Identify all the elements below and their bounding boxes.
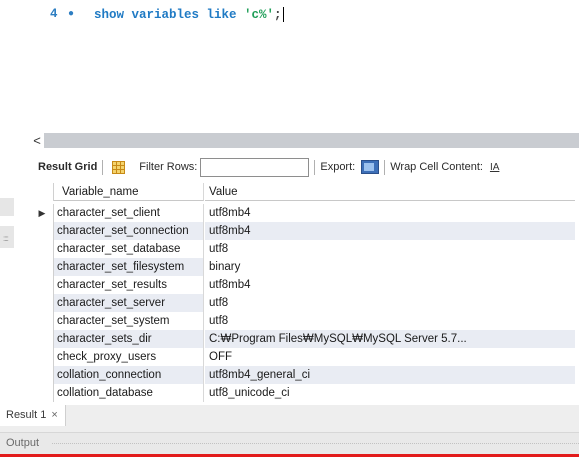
value-cell[interactable]: utf8: [205, 294, 575, 312]
code-line: 4 ● show variables like 'c%';: [50, 5, 284, 23]
export-icon[interactable]: [361, 160, 380, 174]
export-label: Export:: [320, 161, 356, 173]
value-cell[interactable]: utf8mb4: [205, 276, 575, 294]
table-row[interactable]: collation_database utf8_unicode_ci: [31, 384, 579, 402]
value-cell[interactable]: binary: [205, 258, 575, 276]
row-indicator: [31, 330, 54, 348]
table-header-row: Variable_name Value: [31, 183, 579, 201]
table-row[interactable]: ▶ character_set_client utf8mb4: [31, 204, 579, 222]
left-gutter: ::::: [0, 0, 14, 457]
table-row[interactable]: character_sets_dir C:₩Program Files₩MySQ…: [31, 330, 579, 348]
line-number: 4: [50, 7, 58, 21]
current-row-marker-icon: ▶: [31, 204, 54, 222]
row-indicator: [31, 312, 54, 330]
tab-result-1[interactable]: Result 1 ×: [0, 405, 66, 426]
table-row[interactable]: check_proxy_users OFF: [31, 348, 579, 366]
variable-name-cell[interactable]: character_set_client: [54, 204, 204, 222]
variable-name-cell[interactable]: character_sets_dir: [54, 330, 204, 348]
toolbar-divider: [384, 159, 386, 175]
row-indicator: [31, 348, 54, 366]
sql-keyword: show variables like: [94, 7, 245, 22]
result-tab-label: Result 1: [6, 409, 47, 421]
table-row[interactable]: character_set_server utf8: [31, 294, 579, 312]
output-panel-header[interactable]: Output: [0, 432, 579, 455]
value-cell[interactable]: OFF: [205, 348, 575, 366]
value-cell[interactable]: utf8: [205, 240, 575, 258]
row-indicator: [31, 276, 54, 294]
row-indicator: [31, 240, 54, 258]
value-cell[interactable]: utf8mb4: [205, 222, 575, 240]
column-header-value[interactable]: Value: [205, 183, 575, 201]
variable-name-cell[interactable]: collation_connection: [54, 366, 204, 384]
splitter-grip-icon[interactable]: ::::: [3, 234, 9, 243]
table-row[interactable]: character_set_connection utf8mb4: [31, 222, 579, 240]
table-row[interactable]: character_set_results utf8mb4: [31, 276, 579, 294]
wrap-cell-content-label: Wrap Cell Content:: [390, 161, 483, 173]
variable-name-cell[interactable]: character_set_results: [54, 276, 204, 294]
result-toolbar: Result Grid Filter Rows: Export: Wrap Ce…: [30, 152, 579, 182]
variable-name-cell[interactable]: character_set_database: [54, 240, 204, 258]
variable-name-cell[interactable]: character_set_filesystem: [54, 258, 204, 276]
statement-marker-icon: ●: [68, 8, 75, 20]
sql-statement[interactable]: show variables like 'c%';: [94, 6, 284, 22]
toolbar-divider: [102, 159, 104, 175]
output-drag-handle[interactable]: [52, 443, 579, 444]
value-cell[interactable]: C:₩Program Files₩MySQL₩MySQL Server 5.7.…: [205, 330, 575, 348]
sql-editor[interactable]: 4 ● show variables like 'c%';: [14, 0, 579, 132]
scrollbar-thumb[interactable]: [44, 133, 579, 148]
table-row[interactable]: character_set_database utf8: [31, 240, 579, 258]
row-indicator: [31, 222, 54, 240]
table-row[interactable]: character_set_filesystem binary: [31, 258, 579, 276]
result-grid-icon[interactable]: [112, 160, 126, 174]
column-header-variable-name[interactable]: Variable_name: [54, 183, 204, 201]
filter-rows-label: Filter Rows:: [139, 161, 198, 173]
toolbar-divider: [314, 159, 316, 175]
output-label: Output: [6, 437, 40, 449]
variable-name-cell[interactable]: character_set_connection: [54, 222, 204, 240]
table-row[interactable]: collation_connection utf8mb4_general_ci: [31, 366, 579, 384]
sql-string-literal: 'c%': [244, 7, 275, 22]
row-indicator: [31, 366, 54, 384]
variable-name-cell[interactable]: character_set_server: [54, 294, 204, 312]
value-cell[interactable]: utf8_unicode_ci: [205, 384, 575, 402]
row-indicator: [31, 294, 54, 312]
wrap-cell-content-icon[interactable]: IA: [490, 162, 499, 173]
result-grid-label[interactable]: Result Grid: [38, 161, 97, 173]
close-icon[interactable]: ×: [51, 409, 57, 421]
row-indicator-header: [31, 183, 54, 201]
filter-rows-input[interactable]: [200, 157, 310, 177]
row-indicator: [31, 258, 54, 276]
scroll-left-arrow-icon[interactable]: <: [30, 133, 44, 148]
value-cell[interactable]: utf8: [205, 312, 575, 330]
variable-name-cell[interactable]: check_proxy_users: [54, 348, 204, 366]
value-cell[interactable]: utf8mb4_general_ci: [205, 366, 575, 384]
variable-name-cell[interactable]: character_set_system: [54, 312, 204, 330]
table-row[interactable]: character_set_system utf8: [31, 312, 579, 330]
sql-terminator: ;: [274, 7, 282, 22]
row-indicator: [31, 384, 54, 402]
value-cell[interactable]: utf8mb4: [205, 204, 575, 222]
text-caret: [282, 6, 284, 22]
variable-name-cell[interactable]: collation_database: [54, 384, 204, 402]
gutter-band: [0, 198, 14, 216]
